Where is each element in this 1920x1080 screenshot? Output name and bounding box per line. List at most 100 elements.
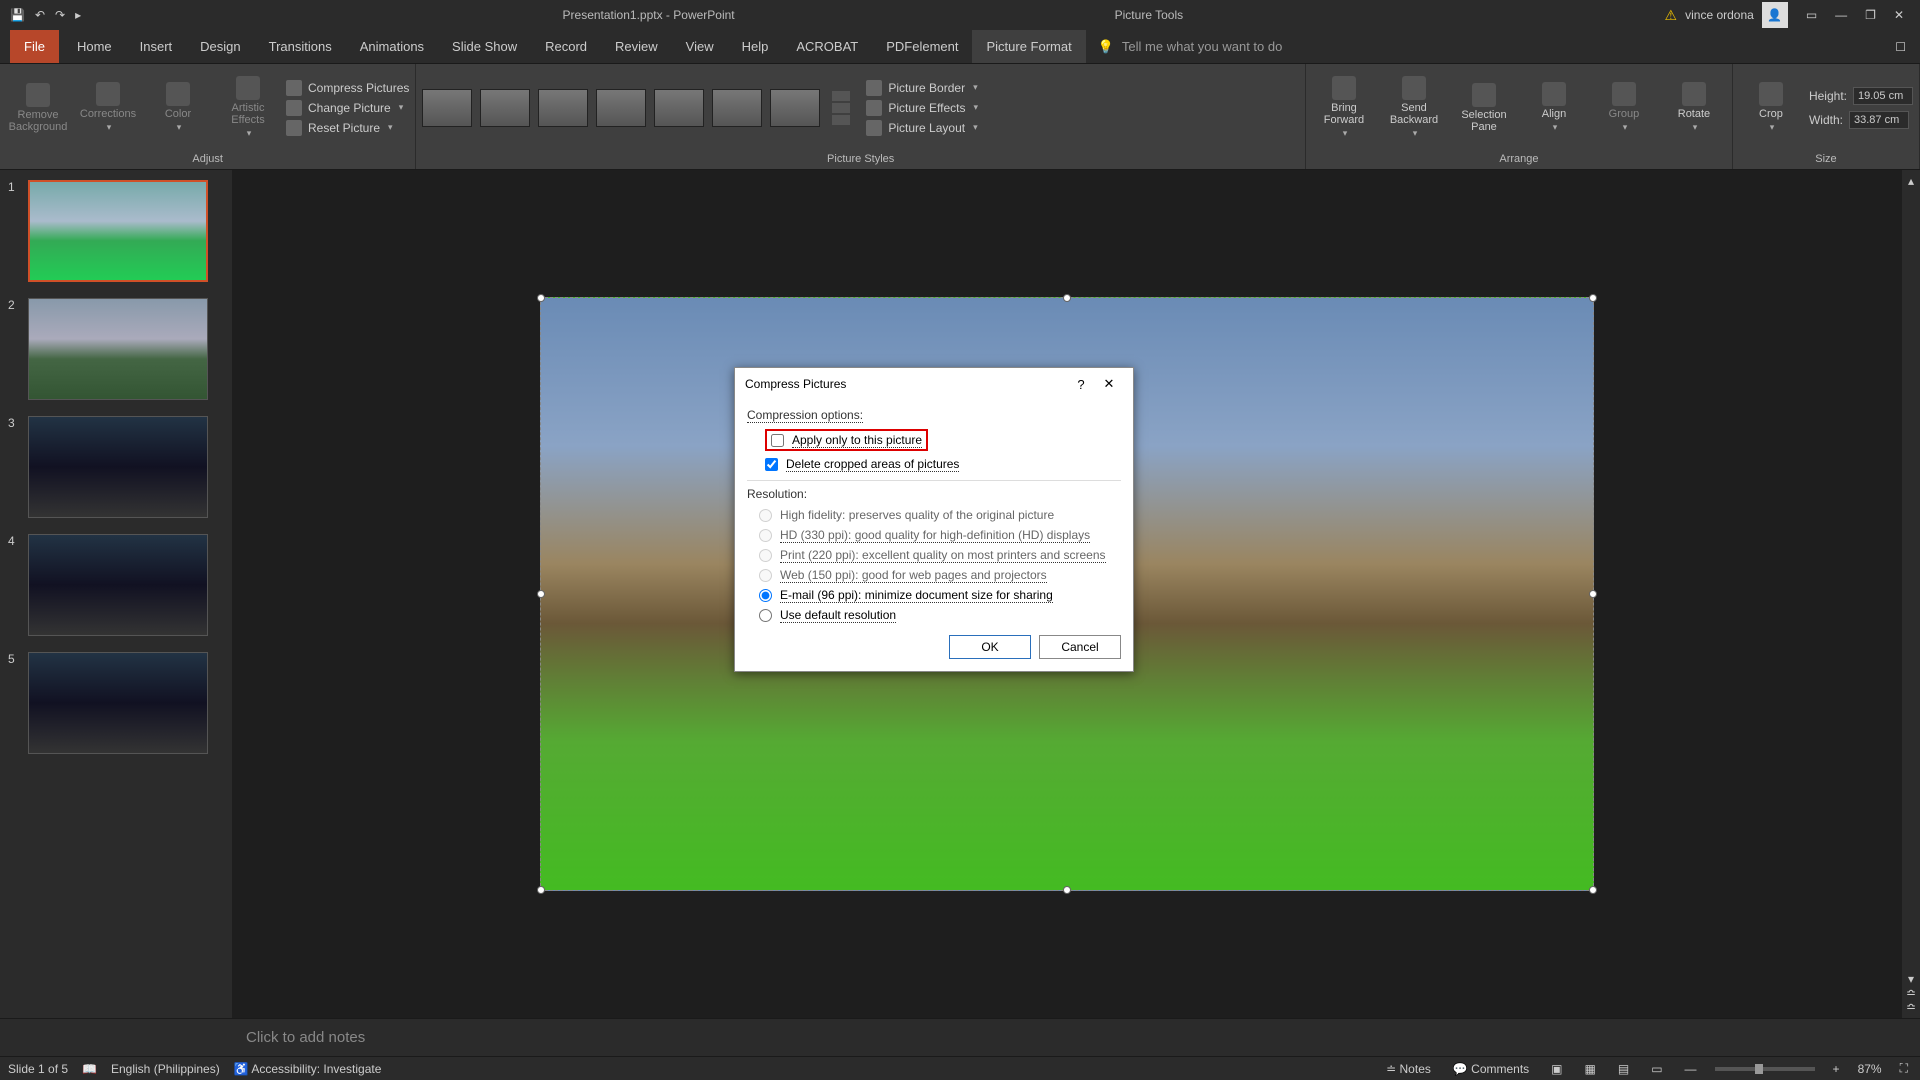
tab-help[interactable]: Help [728, 30, 783, 63]
tab-review[interactable]: Review [601, 30, 672, 63]
next-slide-icon[interactable]: ≏ [1906, 1000, 1916, 1014]
context-tab-title: Picture Tools [1115, 8, 1183, 22]
crop-button[interactable]: Crop▾ [1739, 82, 1803, 133]
tab-home[interactable]: Home [63, 30, 126, 63]
dialog-help-icon[interactable]: ? [1067, 377, 1095, 392]
spell-check-icon[interactable]: 📖 [82, 1062, 97, 1076]
gallery-up-icon[interactable] [832, 91, 850, 101]
gallery-more-icon[interactable] [832, 115, 850, 125]
style-thumb[interactable] [654, 89, 704, 127]
picture-layout-button[interactable]: Picture Layout▾ [866, 120, 978, 136]
accessibility-status[interactable]: ♿ Accessibility: Investigate [234, 1062, 382, 1076]
res-default-radio[interactable] [759, 609, 772, 622]
delete-cropped-label[interactable]: Delete cropped areas of pictures [786, 457, 959, 471]
tab-insert[interactable]: Insert [126, 30, 187, 63]
ok-button[interactable]: OK [949, 635, 1031, 659]
save-icon[interactable]: 💾 [10, 8, 25, 22]
rotate-button[interactable]: Rotate▾ [1662, 82, 1726, 133]
slide-thumb-5[interactable]: 5 [8, 652, 224, 754]
reading-view-icon[interactable]: ▤ [1614, 1062, 1633, 1076]
send-backward-button[interactable]: Send Backward▾ [1382, 76, 1446, 139]
slide-thumb-1[interactable]: 1 [8, 180, 224, 282]
minimize-icon[interactable]: — [1835, 8, 1847, 22]
zoom-slider[interactable] [1715, 1067, 1815, 1071]
slide-thumb-2[interactable]: 2 [8, 298, 224, 400]
redo-icon[interactable]: ↷ [55, 8, 65, 22]
tell-me-search[interactable]: 💡 Tell me what you want to do [1098, 30, 1283, 63]
language-status[interactable]: English (Philippines) [111, 1062, 220, 1076]
apply-only-label[interactable]: Apply only to this picture [792, 433, 922, 447]
zoom-out-icon[interactable]: — [1681, 1062, 1701, 1076]
scroll-down-icon[interactable]: ▾ [1908, 972, 1914, 986]
tab-design[interactable]: Design [186, 30, 254, 63]
normal-view-icon[interactable]: ▣ [1547, 1062, 1566, 1076]
slide-counter[interactable]: Slide 1 of 5 [8, 1062, 68, 1076]
tab-picture-format[interactable]: Picture Format [972, 30, 1085, 63]
artistic-effects-button[interactable]: Artistic Effects▾ [216, 76, 280, 139]
zoom-level[interactable]: 87% [1858, 1062, 1882, 1076]
group-button[interactable]: Group▾ [1592, 82, 1656, 133]
fit-to-window-icon[interactable]: ⛶ [1896, 1061, 1912, 1076]
style-thumb[interactable] [770, 89, 820, 127]
sorter-view-icon[interactable]: ▦ [1581, 1062, 1600, 1076]
cancel-button[interactable]: Cancel [1039, 635, 1121, 659]
share-icon[interactable]: ☐ [1895, 40, 1906, 54]
ribbon-display-icon[interactable]: ▭ [1806, 8, 1817, 22]
picture-border-button[interactable]: Picture Border▾ [866, 80, 978, 96]
undo-icon[interactable]: ↶ [35, 8, 45, 22]
zoom-in-icon[interactable]: + [1829, 1062, 1844, 1076]
slide-thumb-4[interactable]: 4 [8, 534, 224, 636]
res-hd-label: HD (330 ppi): good quality for high-defi… [780, 528, 1090, 542]
color-button[interactable]: Color▾ [146, 82, 210, 133]
remove-background-button[interactable]: Remove Background [6, 83, 70, 133]
tab-view[interactable]: View [672, 30, 728, 63]
tab-record[interactable]: Record [531, 30, 601, 63]
slideshow-view-icon[interactable]: ▭ [1647, 1062, 1666, 1076]
corrections-button[interactable]: Corrections▾ [76, 82, 140, 133]
compress-pictures-button[interactable]: Compress Pictures [286, 80, 409, 96]
width-input[interactable] [1849, 111, 1909, 129]
reset-picture-button[interactable]: Reset Picture▾ [286, 120, 409, 136]
picture-effects-button[interactable]: Picture Effects▾ [866, 100, 978, 116]
dialog-close-icon[interactable]: ✕ [1095, 376, 1123, 392]
slide-thumbnails-panel[interactable]: 1 2 3 4 5 [0, 170, 232, 1018]
user-avatar[interactable]: 👤 [1762, 2, 1788, 28]
change-picture-button[interactable]: Change Picture▾ [286, 100, 409, 116]
picture-styles-gallery[interactable] [422, 89, 850, 127]
tab-slideshow[interactable]: Slide Show [438, 30, 531, 63]
close-icon[interactable]: ✕ [1894, 8, 1904, 22]
style-thumb[interactable] [596, 89, 646, 127]
style-thumb[interactable] [712, 89, 762, 127]
apply-only-checkbox[interactable] [771, 434, 784, 447]
style-thumb[interactable] [480, 89, 530, 127]
res-email-radio[interactable] [759, 589, 772, 602]
notes-button[interactable]: ≐ Notes [1382, 1062, 1435, 1076]
gallery-down-icon[interactable] [832, 103, 850, 113]
delete-cropped-checkbox[interactable] [765, 458, 778, 471]
prev-slide-icon[interactable]: ≏ [1906, 986, 1916, 1000]
bring-forward-button[interactable]: Bring Forward▾ [1312, 76, 1376, 139]
resolution-label: Resolution: [747, 487, 1121, 501]
tab-file[interactable]: File [10, 30, 59, 63]
maximize-icon[interactable]: ❐ [1865, 8, 1876, 22]
user-name[interactable]: vince ordona [1685, 8, 1754, 22]
align-button[interactable]: Align▾ [1522, 82, 1586, 133]
style-thumb[interactable] [422, 89, 472, 127]
vertical-scrollbar[interactable]: ▴ ▾ ≏ ≏ [1902, 170, 1920, 1018]
comments-button[interactable]: 💬 Comments [1449, 1062, 1533, 1076]
res-email-label[interactable]: E-mail (96 ppi): minimize document size … [780, 588, 1053, 602]
height-input[interactable] [1853, 87, 1913, 105]
compress-pictures-dialog: Compress Pictures ? ✕ Compression option… [734, 367, 1134, 672]
res-default-label[interactable]: Use default resolution [780, 608, 896, 622]
tab-acrobat[interactable]: ACROBAT [782, 30, 872, 63]
scroll-up-icon[interactable]: ▴ [1908, 174, 1914, 188]
tab-pdfelement[interactable]: PDFelement [872, 30, 972, 63]
tab-transitions[interactable]: Transitions [255, 30, 346, 63]
style-thumb[interactable] [538, 89, 588, 127]
tab-animations[interactable]: Animations [346, 30, 438, 63]
selection-pane-button[interactable]: Selection Pane [1452, 83, 1516, 133]
notes-pane[interactable]: Click to add notes [0, 1018, 1920, 1056]
compression-options-label: Compression options: [747, 408, 1121, 422]
slide-thumb-3[interactable]: 3 [8, 416, 224, 518]
res-hd-radio [759, 529, 772, 542]
